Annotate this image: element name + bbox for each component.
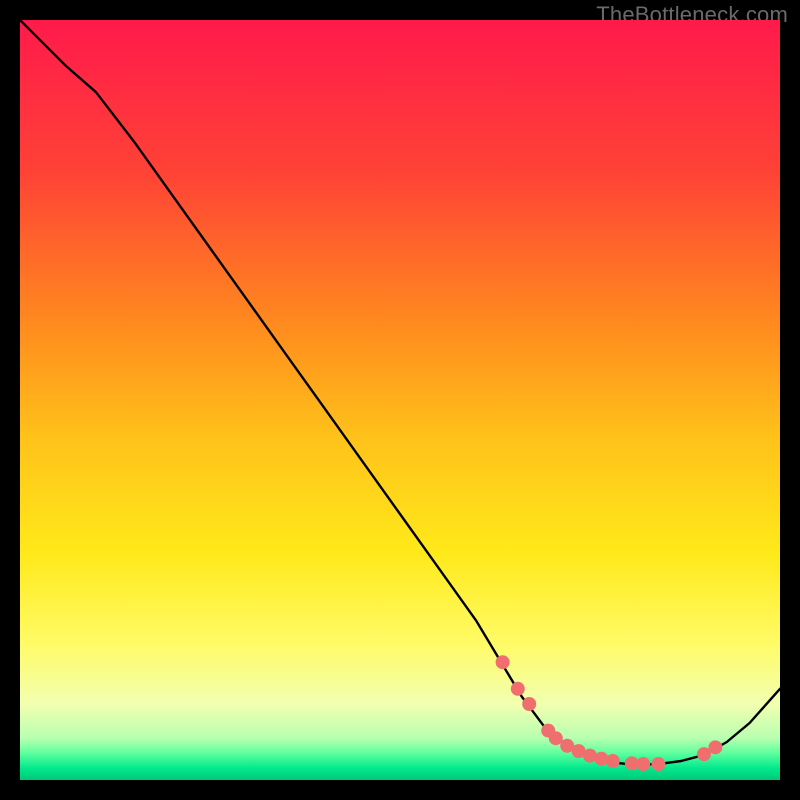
- data-marker: [522, 697, 536, 711]
- chart-frame: TheBottleneck.com: [0, 0, 800, 800]
- data-marker: [496, 655, 510, 669]
- data-marker: [511, 682, 525, 696]
- data-marker: [606, 754, 620, 768]
- data-marker: [549, 731, 563, 745]
- data-marker: [651, 757, 665, 771]
- data-marker: [708, 740, 722, 754]
- chart-background: [20, 20, 780, 780]
- bottleneck-chart: [20, 20, 780, 780]
- data-marker: [636, 757, 650, 771]
